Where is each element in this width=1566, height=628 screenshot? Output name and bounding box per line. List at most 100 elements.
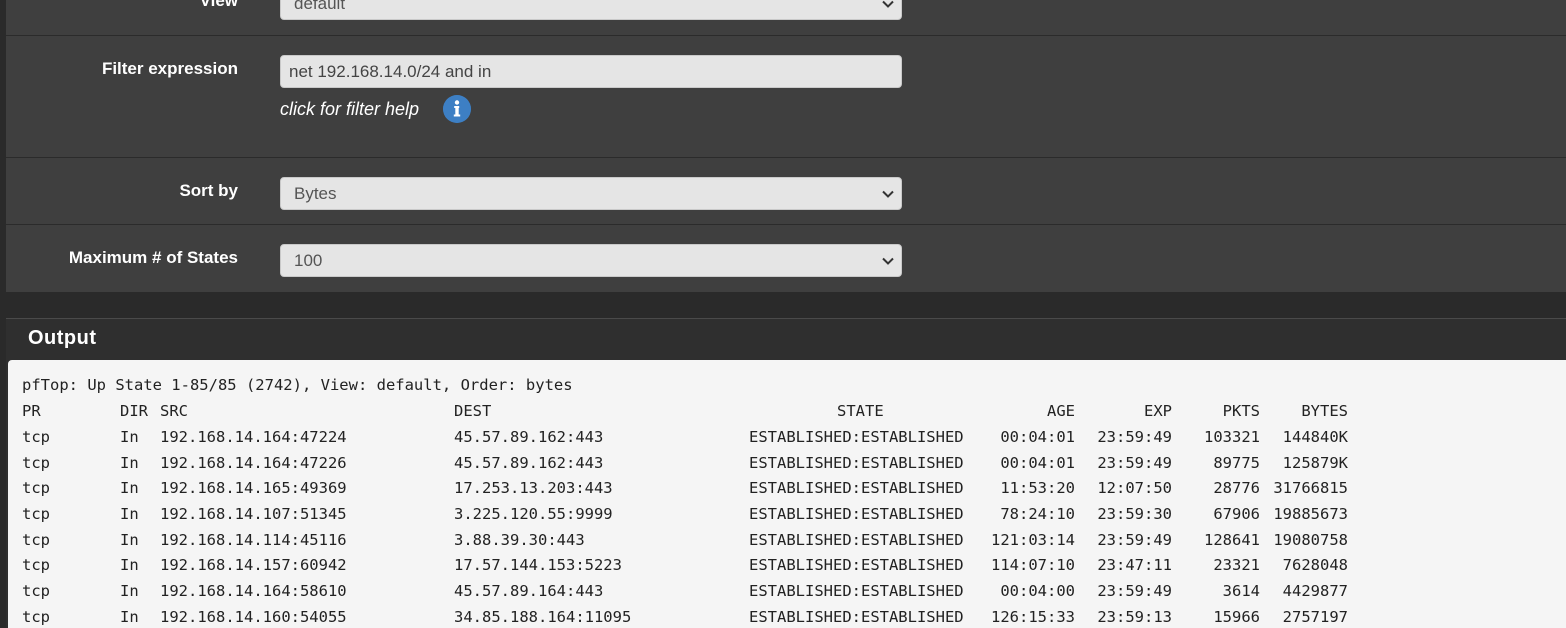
filter-form-panel: View default Filter expression click for… [6, 0, 1566, 292]
cell-exp: 23:59:30 [1097, 505, 1172, 523]
cell-pkts: 67906 [1213, 505, 1260, 523]
col-dest-header: DEST [454, 402, 492, 420]
cell-pr: tcp [22, 454, 50, 472]
cell-state: ESTABLISHED:ESTABLISHED [749, 428, 964, 446]
sort-by-label: Sort by [179, 181, 238, 200]
max-states-select[interactable]: 100 [280, 244, 902, 277]
cell-state: ESTABLISHED:ESTABLISHED [749, 505, 964, 523]
output-title: Output [28, 327, 97, 349]
col-pkts-header: PKTS [1222, 402, 1260, 420]
cell-bytes: 125879K [1282, 454, 1348, 472]
cell-src: 192.168.14.164:58610 [160, 582, 347, 600]
cell-exp: 23:59:49 [1097, 454, 1172, 472]
cell-src: 192.168.14.164:47226 [160, 454, 347, 472]
cell-exp: 23:59:49 [1097, 428, 1172, 446]
cell-pr: tcp [22, 608, 50, 626]
sort-by-select[interactable]: Bytes [280, 177, 902, 210]
filter-help-link[interactable]: click for filter help [280, 99, 419, 120]
cell-exp: 23:59:13 [1097, 608, 1172, 626]
cell-src: 192.168.14.107:51345 [160, 505, 347, 523]
cell-age: 11:53:20 [1000, 479, 1075, 497]
cell-src: 192.168.14.160:54055 [160, 608, 347, 626]
cell-age: 00:04:00 [1000, 582, 1075, 600]
filter-expression-input[interactable] [280, 55, 902, 88]
cell-pr: tcp [22, 428, 50, 446]
cell-bytes: 31766815 [1273, 479, 1348, 497]
cell-exp: 23:47:11 [1097, 556, 1172, 574]
filter-row: Filter expression click for filter help [6, 36, 1566, 157]
output-panel: Output pfTop: Up State 1-85/85 (2742), V… [6, 318, 1566, 628]
col-src-header: SRC [160, 402, 188, 420]
cell-dir: In [120, 608, 139, 626]
view-label: View [199, 0, 238, 10]
cell-state: ESTABLISHED:ESTABLISHED [749, 531, 964, 549]
cell-exp: 23:59:49 [1097, 582, 1172, 600]
col-exp-header: EXP [1144, 402, 1172, 420]
cell-dest: 45.57.89.162:443 [454, 428, 604, 446]
cell-pkts: 28776 [1213, 479, 1260, 497]
cell-pkts: 3614 [1222, 582, 1260, 600]
max-states-select-value: 100 [294, 251, 323, 270]
cell-pkts: 89775 [1213, 454, 1260, 472]
col-state-header: STATE [837, 402, 884, 420]
cell-bytes: 19080758 [1273, 531, 1348, 549]
cell-dir: In [120, 556, 139, 574]
cell-pr: tcp [22, 505, 50, 523]
chevron-down-icon [882, 190, 894, 198]
cell-dest: 34.85.188.164:11095 [454, 608, 632, 626]
cell-dir: In [120, 582, 139, 600]
view-select[interactable]: default [280, 0, 902, 20]
cell-dir: In [120, 479, 139, 497]
cell-pr: tcp [22, 582, 50, 600]
cell-bytes: 4429877 [1282, 582, 1348, 600]
col-bytes-header: BYTES [1301, 402, 1348, 420]
cell-dir: In [120, 531, 139, 549]
cell-exp: 23:59:49 [1097, 531, 1172, 549]
state-table-row: tcp In 192.168.14.160:54055 34.85.188.164:1… [22, 608, 1422, 628]
cell-state: ESTABLISHED:ESTABLISHED [749, 582, 964, 600]
cell-age: 00:04:01 [1000, 454, 1075, 472]
cell-src: 192.168.14.157:60942 [160, 556, 347, 574]
cell-state: ESTABLISHED:ESTABLISHED [749, 454, 964, 472]
cell-dest: 3.88.39.30:443 [454, 531, 585, 549]
cell-age: 78:24:10 [1000, 505, 1075, 523]
max-states-label: Maximum # of States [68, 248, 238, 267]
cell-dir: In [120, 505, 139, 523]
cell-bytes: 2757197 [1282, 608, 1348, 626]
state-table-row: tcp In 192.168.14.157:60942 17.57.144.153:5… [22, 556, 1422, 580]
cell-dir: In [120, 454, 139, 472]
view-select-value: default [294, 0, 346, 13]
cell-state: ESTABLISHED:ESTABLISHED [749, 556, 964, 574]
cell-pkts: 15966 [1213, 608, 1260, 626]
state-table-row: tcp In 192.168.14.164:58610 45.57.89.164:44… [22, 582, 1422, 606]
cell-dest: 17.253.13.203:443 [454, 479, 613, 497]
cell-src: 192.168.14.165:49369 [160, 479, 347, 497]
cell-dest: 45.57.89.164:443 [454, 582, 604, 600]
sort-row: Sort by Bytes [6, 158, 1566, 224]
info-icon[interactable] [443, 95, 471, 123]
output-body: pfTop: Up State 1-85/85 (2742), View: de… [8, 360, 1566, 628]
cell-src: 192.168.14.164:47224 [160, 428, 347, 446]
cell-state: ESTABLISHED:ESTABLISHED [749, 479, 964, 497]
state-table-row: tcp In 192.168.14.165:49369 17.253.13.203:4… [22, 479, 1422, 503]
cell-src: 192.168.14.114:45116 [160, 531, 347, 549]
col-age-header: AGE [1047, 402, 1075, 420]
cell-pr: tcp [22, 531, 50, 549]
view-row: View default [6, 0, 1566, 35]
filter-expression-label: Filter expression [101, 59, 238, 78]
col-pr-header: PR [22, 402, 41, 420]
cell-age: 00:04:01 [1000, 428, 1075, 446]
col-dir-header: DIR [120, 402, 148, 420]
cell-state: ESTABLISHED:ESTABLISHED [749, 608, 964, 626]
cell-dest: 3.225.120.55:9999 [454, 505, 613, 523]
cell-pkts: 103321 [1204, 428, 1260, 446]
cell-bytes: 7628048 [1282, 556, 1348, 574]
cell-age: 126:15:33 [991, 608, 1075, 626]
max-states-row: Maximum # of States 100 [6, 225, 1566, 292]
cell-pkts: 23321 [1213, 556, 1260, 574]
cell-bytes: 19885673 [1273, 505, 1348, 523]
output-header-row: PR DIR SRC DEST STATE AGE EXP PKTS BYTES [22, 402, 1422, 426]
output-summary: pfTop: Up State 1-85/85 (2742), View: de… [22, 376, 573, 394]
cell-dest: 17.57.144.153:5223 [454, 556, 622, 574]
cell-pr: tcp [22, 479, 50, 497]
